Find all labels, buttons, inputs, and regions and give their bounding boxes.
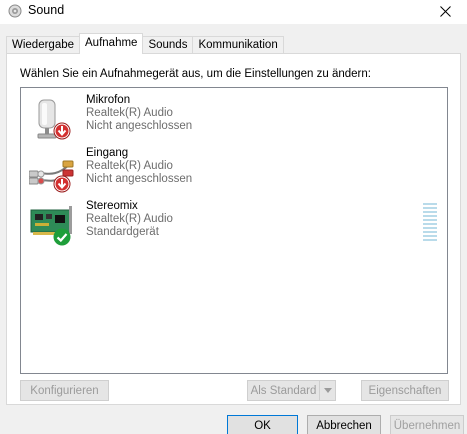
apply-button[interactable]: Übernehmen	[390, 415, 464, 434]
device-name: Mikrofon	[86, 94, 131, 106]
cancel-button[interactable]: Abbrechen	[307, 415, 381, 434]
tab-wiedergabe[interactable]: Wiedergabe	[6, 36, 81, 54]
set-default-dropdown[interactable]	[319, 381, 335, 400]
device-item-eingang[interactable]: Eingang Realtek(R) Audio Nicht angeschlo…	[21, 147, 441, 197]
device-status: Nicht angeschlossen	[86, 120, 193, 132]
tab-strip: Wiedergabe Aufnahme Sounds Kommunikation	[6, 33, 284, 54]
chevron-down-icon	[323, 388, 332, 393]
instruction-text: Wählen Sie ein Aufnahmegerät aus, um die…	[20, 68, 371, 80]
close-icon	[439, 5, 451, 17]
disconnected-badge-icon	[53, 175, 71, 193]
device-list[interactable]: Mikrofon Realtek(R) Audio Nicht angeschl…	[20, 87, 448, 374]
device-status: Standardgerät	[86, 226, 159, 238]
device-name: Eingang	[86, 147, 129, 159]
set-default-button[interactable]: Als Standard	[247, 380, 336, 401]
configure-button[interactable]: Konfigurieren	[20, 380, 109, 401]
device-name: Stereomix	[86, 200, 138, 212]
window-title: Sound	[28, 3, 65, 17]
tab-kommunikation[interactable]: Kommunikation	[192, 36, 284, 54]
properties-button[interactable]: Eigenschaften	[361, 380, 449, 401]
device-driver: Realtek(R) Audio	[86, 213, 173, 225]
default-device-check-icon	[53, 228, 71, 246]
device-item-stereomix[interactable]: Stereomix Realtek(R) Audio Standardgerät	[21, 200, 441, 250]
speaker-icon	[8, 4, 22, 18]
close-button[interactable]	[423, 0, 467, 22]
device-status: Nicht angeschlossen	[86, 173, 193, 185]
disconnected-badge-icon	[53, 122, 71, 140]
tab-sounds[interactable]: Sounds	[142, 36, 194, 54]
device-driver: Realtek(R) Audio	[86, 160, 173, 172]
recording-tab-panel: Wählen Sie ein Aufnahmegerät aus, um die…	[6, 53, 461, 405]
level-meter	[423, 203, 437, 243]
set-default-label: Als Standard	[250, 384, 317, 397]
title-bar: Sound	[0, 0, 467, 24]
tab-aufnahme[interactable]: Aufnahme	[79, 33, 144, 54]
ok-button[interactable]: OK	[227, 415, 298, 434]
device-driver: Realtek(R) Audio	[86, 107, 173, 119]
device-item-mikrofon[interactable]: Mikrofon Realtek(R) Audio Nicht angeschl…	[21, 94, 441, 144]
